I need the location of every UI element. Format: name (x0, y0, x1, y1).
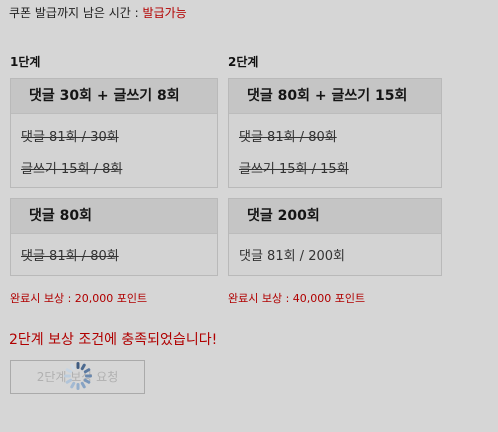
mission-progress-comments: 댓글 81회 / 80회 (239, 130, 337, 145)
stage-2-mission-box: 댓글 80회 + 글쓰기 15회 댓글 81회 / 80회 글쓰기 15회 / … (228, 78, 442, 188)
coupon-status: 발급가능 (142, 6, 187, 20)
mission-title: 댓글 80회 (11, 199, 217, 234)
eligibility-notice: 2단계 보상 조건에 충족되었습니다! (9, 332, 218, 348)
mission-progress-comments: 댓글 81회 / 30회 (21, 130, 119, 145)
stage-1-reward: 완료시 보상 : 20,000 포인트 (10, 292, 148, 305)
stage-1-mission-box: 댓글 30회 + 글쓰기 8회 댓글 81회 / 30회 글쓰기 15회 / 8… (10, 78, 218, 188)
mission-progress-comments: 댓글 81회 / 80회 (21, 249, 119, 264)
stage-1-comment-mission-box: 댓글 80회 댓글 81회 / 80회 (10, 198, 218, 276)
mission-progress-posts: 글쓰기 15회 / 15회 (239, 162, 349, 177)
mission-progress-comments: 댓글 81회 / 200회 (239, 249, 345, 264)
stage-2-reward: 완료시 보상 : 40,000 포인트 (228, 292, 366, 305)
mission-title: 댓글 80회 + 글쓰기 15회 (229, 79, 441, 114)
coupon-timer-label: 쿠폰 발급까지 남은 시간 : (9, 6, 143, 20)
mission-progress-posts: 글쓰기 15회 / 8회 (21, 162, 123, 177)
loading-spinner-icon (64, 362, 92, 390)
stage-1-label: 1단계 (10, 55, 41, 69)
stage-2-comment-mission-box: 댓글 200회 댓글 81회 / 200회 (228, 198, 442, 276)
mission-title: 댓글 200회 (229, 199, 441, 234)
mission-title: 댓글 30회 + 글쓰기 8회 (11, 79, 217, 114)
coupon-reward-panel: 쿠폰 발급까지 남은 시간 : 발급가능 1단계 2단계 댓글 30회 + 글쓰… (0, 0, 498, 432)
coupon-timer-line: 쿠폰 발급까지 남은 시간 : 발급가능 (9, 4, 187, 21)
stage-2-label: 2단계 (228, 55, 259, 69)
